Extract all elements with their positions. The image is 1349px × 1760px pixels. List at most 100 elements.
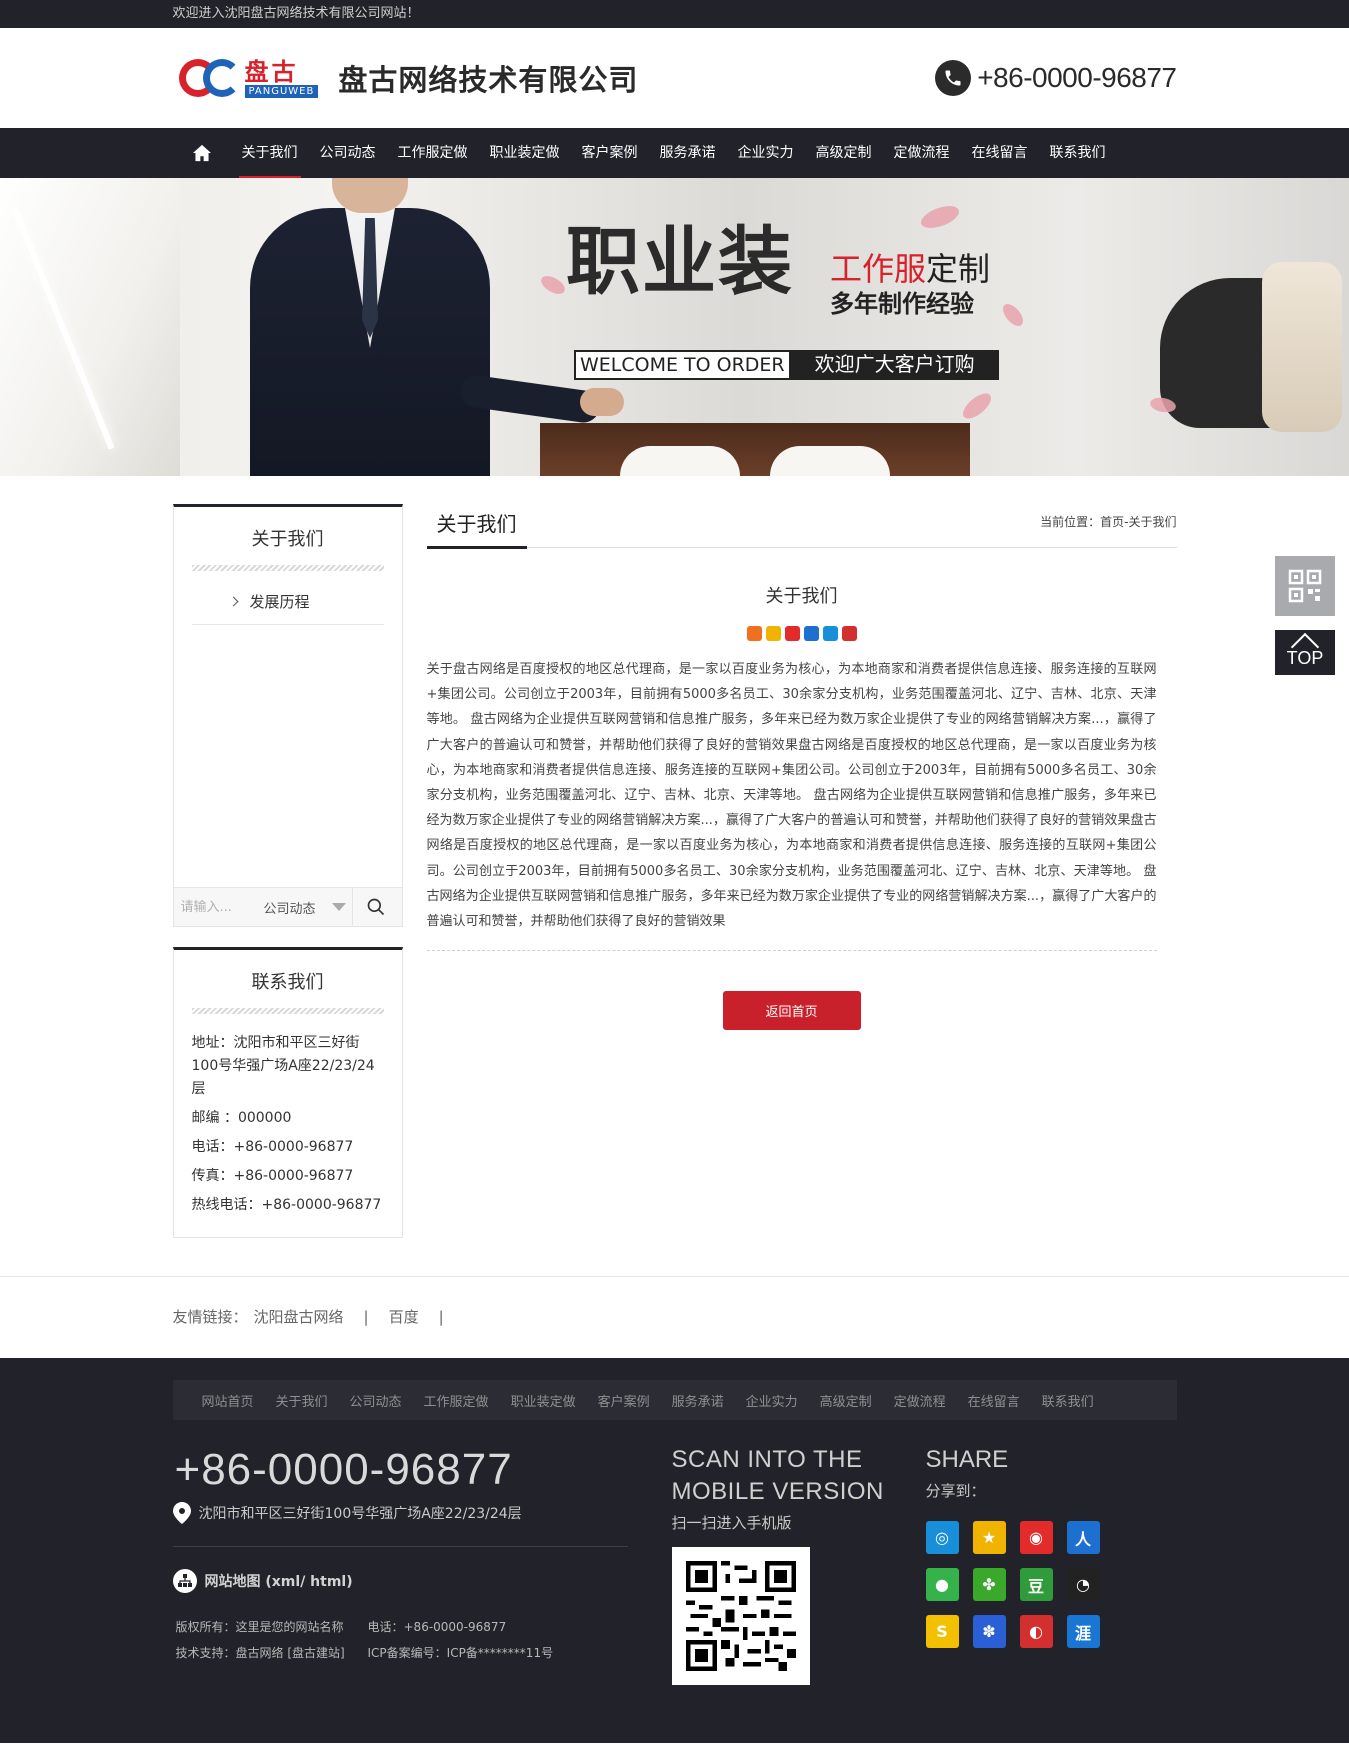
company-name: 盘古网络技术有限公司: [338, 63, 639, 97]
contact-line: 热线电话：+86-0000-96877: [191, 1197, 382, 1213]
footer-nav-item[interactable]: 服务承诺: [672, 1391, 724, 1410]
side-menu-label: 发展历程: [249, 593, 310, 611]
breadcrumb[interactable]: 当前位置：首页-关于我们: [1040, 513, 1176, 547]
friend-links-label: 友情链接：: [172, 1308, 248, 1326]
scan-title-1: SCAN INTO THE: [671, 1446, 863, 1473]
table-decoration: [540, 423, 970, 476]
contact-line: 邮编 ：000000: [191, 1110, 292, 1126]
phone-icon: [935, 60, 972, 96]
tencent-weibo-icon[interactable]: [822, 626, 838, 641]
footer-nav-item[interactable]: 网站首页: [202, 1391, 254, 1410]
logo-en-text: PANGUWEB: [244, 84, 319, 98]
search-input[interactable]: [173, 887, 262, 927]
share-toolbar: [427, 626, 1177, 641]
tech-support-text[interactable]: 技术支持：盘古网络 [盘古建站]: [176, 1644, 368, 1661]
contact-line: 电话：+86-0000-96877: [191, 1139, 354, 1155]
renren-icon[interactable]: 人: [1066, 1521, 1100, 1554]
side-menu-item[interactable]: 发展历程: [191, 579, 384, 625]
baidu-icon[interactable]: ✽: [972, 1615, 1006, 1648]
footer-nav-item[interactable]: 关于我们: [276, 1391, 328, 1410]
friend-link[interactable]: 百度: [389, 1277, 419, 1357]
brand[interactable]: 盘古 PANGUWEB 盘古网络技术有限公司: [173, 56, 639, 100]
nav-item[interactable]: 服务承诺: [649, 128, 727, 178]
nav-item[interactable]: 职业装定做: [479, 128, 571, 178]
petal-decoration: [999, 300, 1027, 330]
logo[interactable]: 盘古 PANGUWEB: [177, 56, 319, 100]
mobile-qr-code: [671, 1547, 810, 1685]
footer-nav-item[interactable]: 定做流程: [894, 1391, 946, 1410]
qq-icon[interactable]: ◔: [1066, 1568, 1100, 1601]
footer-nav-item[interactable]: 在线留言: [968, 1391, 1020, 1410]
sidebar: 关于我们 发展历程 公司动态 联系我们 地址：沈阳市和平区三好街1: [172, 504, 403, 1238]
nav-item[interactable]: 联系我们: [1039, 128, 1117, 178]
back-to-top-button[interactable]: TOP: [1275, 630, 1335, 675]
dropdown-arrow-icon: [331, 903, 346, 911]
footer-phone: +86-0000-96877: [174, 1445, 513, 1494]
footer: 网站首页 关于我们 公司动态 工作服定做 职业装定做 客户案例 服务承诺 企业实力 高级定制 定做…: [0, 1358, 1349, 1743]
netease-icon[interactable]: ◐: [1019, 1615, 1053, 1648]
nav-item[interactable]: 定做流程: [883, 128, 961, 178]
weibo-icon[interactable]: [784, 626, 800, 641]
nav-item[interactable]: 企业实力: [727, 128, 805, 178]
qr-code-icon: [1288, 569, 1322, 603]
banner-headline: 职业装 工作服定制 多年制作经验: [566, 219, 990, 318]
footer-nav-item[interactable]: 联系我们: [1042, 1391, 1094, 1410]
nav-item[interactable]: 在线留言: [961, 128, 1039, 178]
model-figure: [250, 178, 624, 476]
icp-text[interactable]: ICP备案编号：ICP备********11号: [368, 1644, 554, 1661]
douban-icon[interactable]: 豆: [1019, 1568, 1053, 1601]
footer-nav-item[interactable]: 企业实力: [746, 1391, 798, 1410]
qzone-icon[interactable]: [765, 626, 781, 641]
hero-banner[interactable]: 职业装 工作服定制 多年制作经验 WELCOME TO ORDER 欢迎广大客户…: [0, 178, 1349, 476]
home-icon[interactable]: [173, 128, 231, 178]
sohu-icon[interactable]: S: [925, 1615, 959, 1648]
about-box: 关于我们 发展历程 公司动态: [172, 504, 403, 927]
petal-decoration: [538, 272, 568, 298]
footer-nav-item[interactable]: 高级定制: [820, 1391, 872, 1410]
pillow-decoration: [770, 446, 890, 476]
welcome-en: WELCOME TO ORDER: [574, 350, 791, 380]
footer-nav-item[interactable]: 职业装定做: [511, 1391, 576, 1410]
kaixin-icon[interactable]: ✤: [972, 1568, 1006, 1601]
petal-decoration: [958, 388, 996, 424]
side-menu: 发展历程: [174, 571, 402, 887]
weibo-icon[interactable]: ◉: [1019, 1521, 1053, 1554]
contact-title: 联系我们: [251, 972, 324, 993]
tencent-weibo-icon[interactable]: ◎: [925, 1521, 959, 1554]
footer-nav: 网站首页 关于我们 公司动态 工作服定做 职业装定做 客户案例 服务承诺 企业实力 高级定制 定做…: [172, 1380, 1177, 1420]
nav-item[interactable]: 高级定制: [805, 128, 883, 178]
blanket-decoration: [1262, 262, 1342, 432]
renren-icon[interactable]: [803, 626, 819, 641]
welcome-text: 欢迎进入沈阳盘古网络技术有限公司网站！: [172, 6, 420, 21]
nav-item[interactable]: 公司动态: [309, 128, 387, 178]
nav-item[interactable]: 关于我们: [231, 128, 309, 178]
nav-item[interactable]: 客户案例: [571, 128, 649, 178]
logo-cn-text: 盘古: [244, 56, 299, 86]
float-qr-button[interactable]: [1275, 556, 1335, 616]
hotline: +86-0000-96877: [935, 60, 1177, 96]
banner-big-text: 职业装: [566, 219, 794, 305]
more-share-icon[interactable]: [746, 626, 762, 641]
copyright-block: 版权所有：这里是您的网站名称 电话：+86-0000-96877 技术支持：盘古网…: [173, 1613, 628, 1665]
sitemap-link[interactable]: 网站地图 (xml/ html): [172, 1569, 628, 1593]
back-home-button[interactable]: 返回首页: [722, 991, 861, 1031]
wechat-icon[interactable]: ●: [925, 1568, 959, 1601]
search-category-value: 公司动态: [263, 901, 316, 917]
friend-link[interactable]: 沈阳盘古网络: [254, 1277, 344, 1357]
search-button[interactable]: [351, 887, 400, 927]
pillow-decoration: [620, 446, 740, 476]
link-separator: |: [363, 1308, 369, 1326]
kaixin-icon[interactable]: [841, 626, 857, 641]
qzone-icon[interactable]: ★: [972, 1521, 1006, 1554]
hotline-number: +86-0000-96877: [977, 62, 1177, 93]
share-section: SHARE 分享到： ◎ ★ ◉ 人 ● ✤ 豆 ◔ S ✽ ◐ 涯: [925, 1444, 1100, 1685]
mobile-qr-section: SCAN INTO THE MOBILE VERSION 扫一扫进入手机版: [671, 1444, 926, 1685]
footer-nav-item[interactable]: 公司动态: [350, 1391, 402, 1410]
huiyou-icon[interactable]: 涯: [1066, 1615, 1100, 1648]
nav-item[interactable]: 工作服定做: [387, 128, 479, 178]
search-category-select[interactable]: 公司动态: [262, 888, 352, 927]
footer-divider: [172, 1546, 628, 1547]
footer-nav-item[interactable]: 工作服定做: [424, 1391, 489, 1410]
share-grid: ◎ ★ ◉ 人 ● ✤ 豆 ◔ S ✽ ◐ 涯: [925, 1521, 1100, 1648]
footer-nav-item[interactable]: 客户案例: [598, 1391, 650, 1410]
